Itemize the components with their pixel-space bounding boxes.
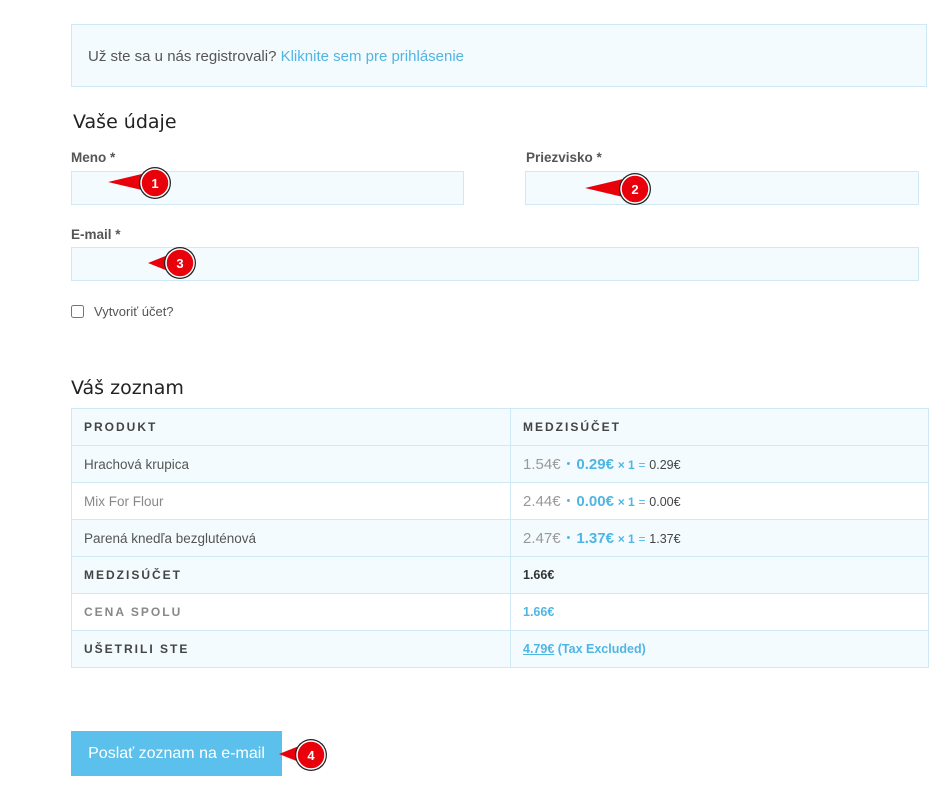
marker-number: 2 [631, 182, 638, 197]
equals-sign: = [638, 531, 646, 546]
quantity: × 1 [617, 531, 635, 546]
product-price: 1.54€ • 0.29€ × 1 = 0.29€ [510, 445, 929, 483]
details-heading: Vaše údaje [73, 111, 177, 133]
old-price: 2.44€ [523, 492, 561, 510]
line-total: 0.00€ [649, 494, 681, 509]
annotation-marker-3: 3 [148, 247, 196, 279]
line-total: 0.29€ [649, 457, 681, 472]
bullet-icon: • [566, 494, 571, 507]
create-account-label: Vytvoriť účet? [94, 304, 174, 319]
product-name: Parená knedľa bezgluténová [71, 519, 511, 557]
bullet-icon: • [566, 457, 571, 470]
product-price: 2.44€ • 0.00€ × 1 = 0.00€ [510, 482, 929, 520]
saved-value-cell: 4.79€ (Tax Excluded) [510, 630, 929, 668]
marker-number: 4 [307, 748, 315, 763]
new-price: 0.29€ [576, 455, 614, 473]
last-name-label: Priezvisko * [526, 150, 602, 165]
send-list-email-button[interactable]: Poslať zoznam na e-mail [71, 731, 282, 776]
bullet-icon: • [566, 531, 571, 544]
annotation-marker-4: 4 [279, 739, 327, 771]
marker-number: 3 [176, 256, 183, 271]
total-value: 1.66€ [510, 593, 929, 631]
equals-sign: = [638, 457, 646, 472]
saved-value-link[interactable]: 4.79€ [523, 642, 554, 656]
table-header-row: PRODUKT MEDZISÚČET [71, 408, 929, 446]
col-product-header: PRODUKT [71, 408, 511, 446]
line-total: 1.37€ [649, 531, 681, 546]
first-name-label: Meno * [71, 150, 116, 165]
product-name: Mix For Flour [71, 482, 511, 520]
saved-note: (Tax Excluded) [557, 642, 646, 656]
col-subtotal-header: MEDZISÚČET [510, 408, 929, 446]
subtotal-value: 1.66€ [510, 556, 929, 594]
saved-row: UŠETRILI STE 4.79€ (Tax Excluded) [71, 630, 929, 668]
subtotal-label: MEDZISÚČET [71, 556, 511, 594]
list-table: PRODUKT MEDZISÚČET Hrachová krupica 1.54… [71, 408, 929, 668]
quantity: × 1 [617, 457, 635, 472]
table-row: Mix For Flour 2.44€ • 0.00€ × 1 = 0.00€ [71, 482, 929, 520]
table-row: Hrachová krupica 1.54€ • 0.29€ × 1 = 0.29€ [71, 445, 929, 483]
login-notice: Už ste sa u nás registrovali? Kliknite s… [71, 24, 927, 87]
marker-number: 1 [151, 176, 158, 191]
list-heading: Váš zoznam [71, 377, 184, 399]
saved-label: UŠETRILI STE [71, 630, 511, 668]
login-notice-text: Už ste sa u nás registrovali? [88, 48, 277, 65]
old-price: 2.47€ [523, 529, 561, 547]
total-label: CENA SPOLU [71, 593, 511, 631]
equals-sign: = [638, 494, 646, 509]
old-price: 1.54€ [523, 455, 561, 473]
login-link[interactable]: Kliknite sem pre prihlásenie [281, 48, 464, 65]
create-account-checkbox[interactable] [71, 305, 84, 318]
product-price: 2.47€ • 1.37€ × 1 = 1.37€ [510, 519, 929, 557]
quantity: × 1 [617, 494, 635, 509]
subtotal-row: MEDZISÚČET 1.66€ [71, 556, 929, 594]
new-price: 1.37€ [576, 529, 614, 547]
annotation-marker-1: 1 [108, 167, 171, 199]
annotation-marker-2: 2 [585, 173, 651, 205]
new-price: 0.00€ [576, 492, 614, 510]
product-name: Hrachová krupica [71, 445, 511, 483]
create-account-row: Vytvoriť účet? [71, 304, 174, 319]
total-row: CENA SPOLU 1.66€ [71, 593, 929, 631]
table-row: Parená knedľa bezgluténová 2.47€ • 1.37€ ×… [71, 519, 929, 557]
email-label: E-mail * [71, 227, 121, 242]
